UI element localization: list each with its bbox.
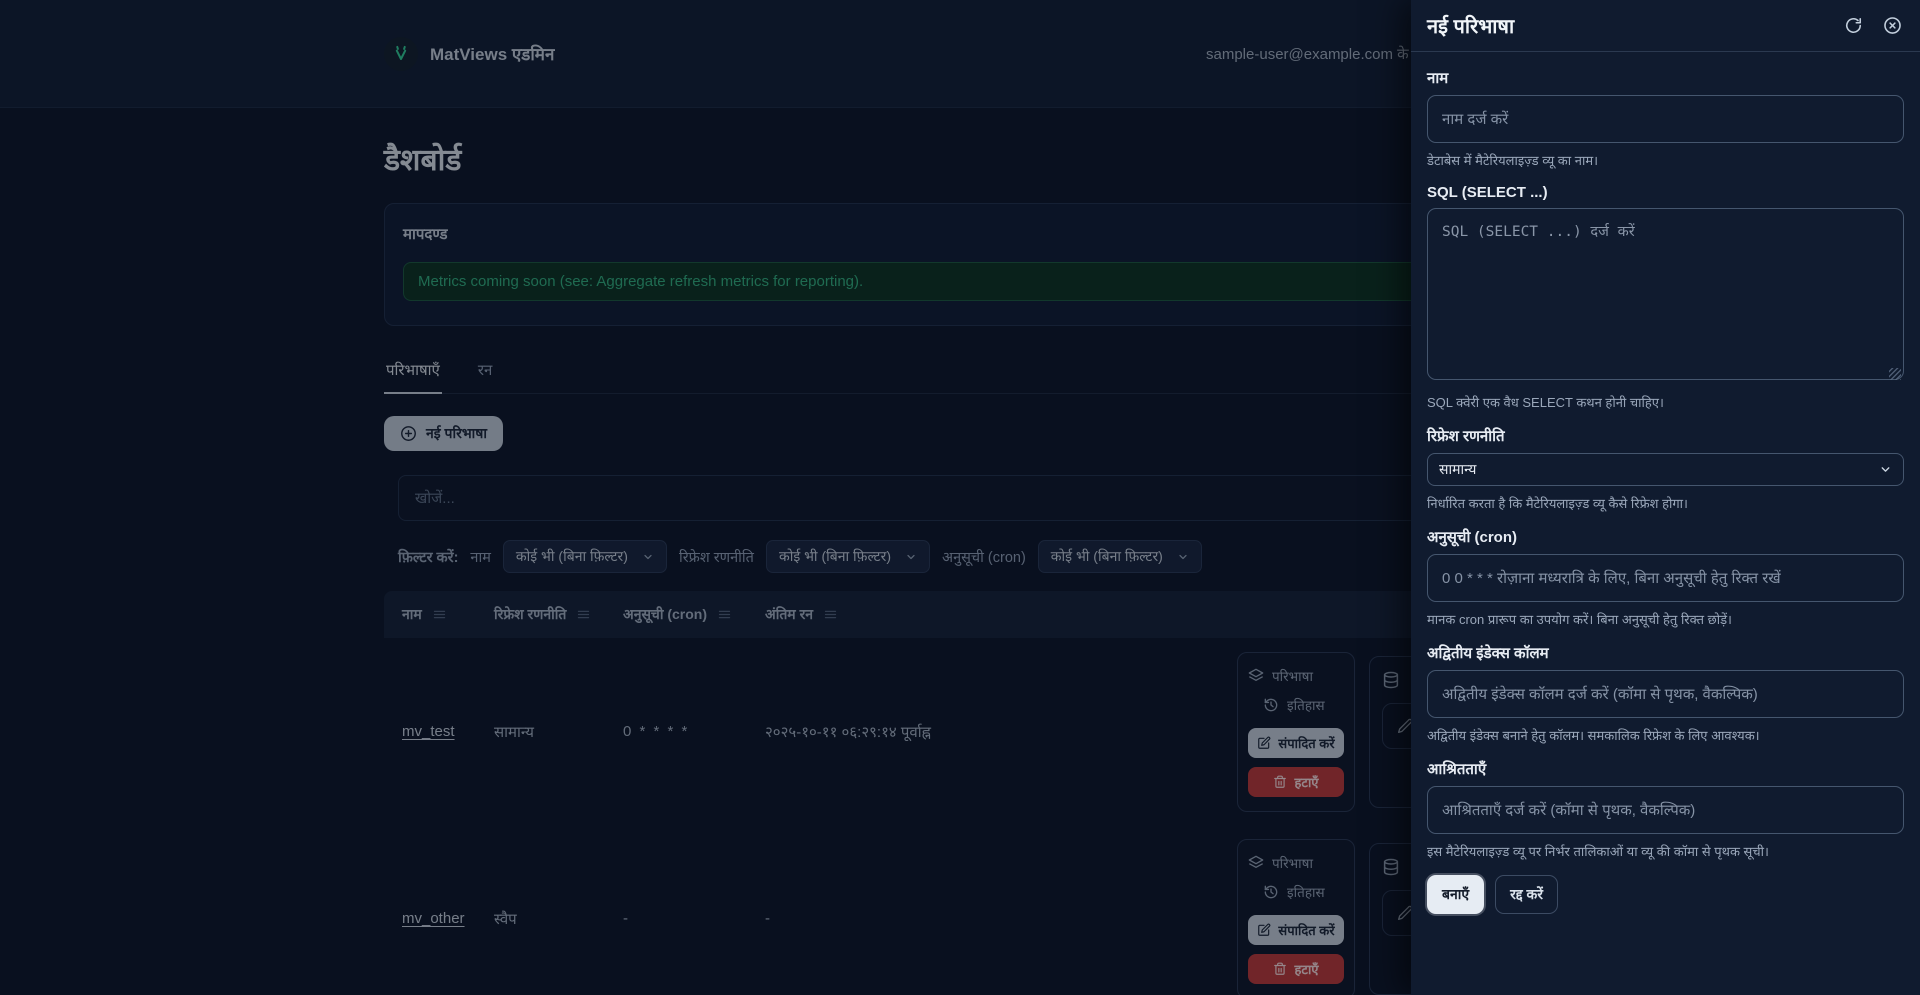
name-field-help: डेटाबेस में मैटेरियलाइज़्ड व्यू का नाम। [1427,151,1904,169]
sql-field-help: SQL क्वेरी एक वैध SELECT कथन होनी चाहिए। [1427,393,1904,411]
cron-field-label: अनुसूची (cron) [1427,527,1904,547]
dependencies-field-label: आश्रितताएँ [1427,759,1904,779]
strategy-select-value: सामान्य [1439,460,1476,479]
dependencies-field-help: इस मैटेरियलाइज़्ड व्यू पर निर्भर तालिकाओ… [1427,842,1904,860]
unique-index-field-help: अद्वितीय इंडेक्स बनाने हेतु कॉलम। समकालि… [1427,726,1904,744]
sql-field-group: SQL (SELECT ...) SQL क्वेरी एक वैध SELEC… [1427,184,1904,411]
strategy-field-group: रिफ्रेश रणनीति सामान्य निर्धारित करता है… [1427,426,1904,512]
name-field-label: नाम [1427,68,1904,88]
unique-index-field[interactable] [1427,670,1904,718]
cancel-button[interactable]: रद्द करें [1495,875,1558,914]
unique-index-field-group: अद्वितीय इंडेक्स कॉलम अद्वितीय इंडेक्स ब… [1427,643,1904,744]
refresh-button[interactable] [1844,16,1863,35]
close-circle-icon [1883,16,1902,35]
refresh-icon [1844,16,1863,35]
cron-field-help: मानक cron प्रारूप का उपयोग करें। बिना अन… [1427,610,1904,628]
sql-field-label: SQL (SELECT ...) [1427,184,1904,201]
drawer-header: नई परिभाषा [1411,0,1920,52]
create-button[interactable]: बनाएँ [1427,875,1484,914]
close-drawer-button[interactable] [1883,16,1902,35]
strategy-select[interactable]: सामान्य [1427,453,1904,486]
strategy-field-help: निर्धारित करता है कि मैटेरियलाइज़्ड व्यू… [1427,494,1904,512]
drawer-form: नाम डेटाबेस में मैटेरियलाइज़्ड व्यू का न… [1411,52,1920,914]
unique-index-field-label: अद्वितीय इंडेक्स कॉलम [1427,643,1904,663]
dependencies-field[interactable] [1427,786,1904,834]
drawer-title: नई परिभाषा [1427,12,1514,39]
name-field-group: नाम डेटाबेस में मैटेरियलाइज़्ड व्यू का न… [1427,68,1904,169]
new-definition-drawer: नई परिभाषा नाम डेटाबेस में मैटेरियलाइज़्… [1411,0,1920,995]
strategy-field-label: रिफ्रेश रणनीति [1427,426,1904,446]
cron-field[interactable] [1427,554,1904,602]
cron-field-group: अनुसूची (cron) मानक cron प्रारूप का उपयो… [1427,527,1904,628]
drawer-footer-buttons: बनाएँ रद्द करें [1427,875,1904,914]
name-field[interactable] [1427,95,1904,143]
sql-field[interactable] [1427,208,1904,380]
chevron-down-icon [1879,463,1892,476]
dependencies-field-group: आश्रितताएँ इस मैटेरियलाइज़्ड व्यू पर निर… [1427,759,1904,860]
